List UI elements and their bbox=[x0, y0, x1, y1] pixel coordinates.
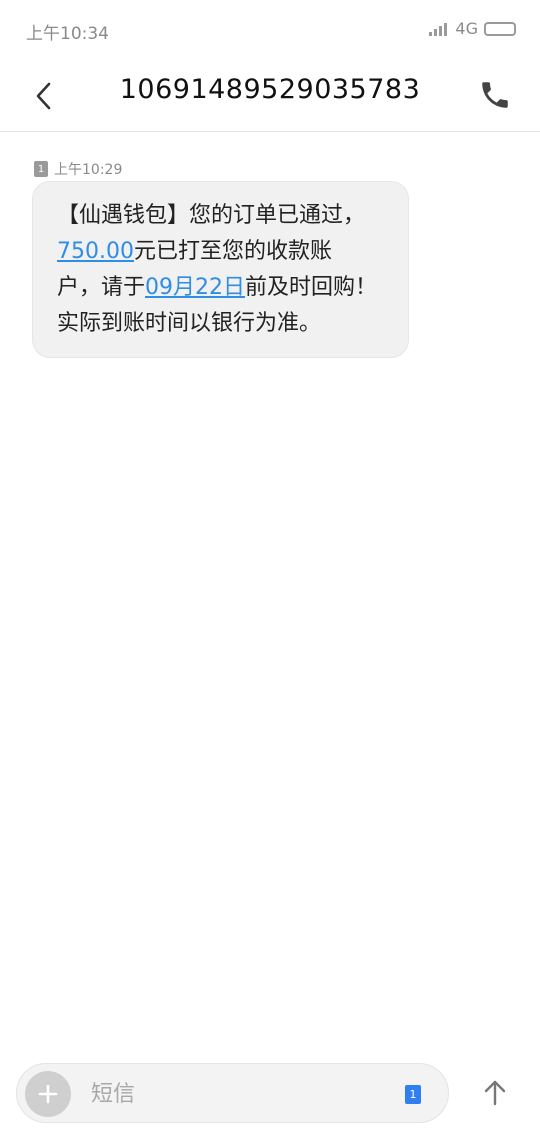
message-meta: 1 上午10:29 bbox=[34, 159, 122, 179]
add-attachment-button[interactable] bbox=[25, 1071, 71, 1117]
conversation-header: 10691489529035783 bbox=[0, 58, 540, 132]
page-title: 10691489529035783 bbox=[119, 74, 421, 105]
phone-icon bbox=[482, 82, 508, 108]
network-label: 4G bbox=[455, 19, 478, 38]
message-line-1: 【仙遇钱包】您的订单已通过， bbox=[57, 203, 366, 228]
chevron-left-icon bbox=[36, 82, 51, 110]
status-indicators: 4G bbox=[429, 19, 516, 38]
sim-select-button[interactable]: 1 bbox=[405, 1085, 421, 1104]
message-input[interactable] bbox=[91, 1076, 391, 1112]
sim-badge: 1 bbox=[34, 161, 48, 177]
call-button[interactable] bbox=[478, 78, 512, 112]
message-line-3: 户，请于09月22日前及时回购！ bbox=[57, 275, 378, 300]
send-button[interactable] bbox=[474, 1068, 516, 1116]
signal-icon bbox=[429, 22, 449, 36]
arrow-up-icon bbox=[484, 1080, 506, 1106]
amount-link[interactable]: 750.00 bbox=[57, 239, 134, 264]
plus-icon bbox=[38, 1084, 58, 1104]
message-time: 上午10:29 bbox=[54, 162, 123, 178]
back-button[interactable] bbox=[24, 76, 64, 116]
message-line-4: 实际到账时间以银行为准。 bbox=[57, 311, 322, 336]
date-link[interactable]: 09月22日 bbox=[145, 275, 245, 300]
status-bar: 上午10:34 4G bbox=[0, 0, 540, 58]
message-bubble[interactable]: 【仙遇钱包】您的订单已通过， 750.00元已打至您的收款账 户，请于09月22… bbox=[32, 181, 409, 358]
composer-bar: 1 bbox=[16, 1063, 449, 1123]
battery-icon bbox=[484, 21, 516, 36]
message-line-2: 750.00元已打至您的收款账 bbox=[57, 239, 332, 264]
status-time: 上午10:34 bbox=[26, 24, 109, 44]
